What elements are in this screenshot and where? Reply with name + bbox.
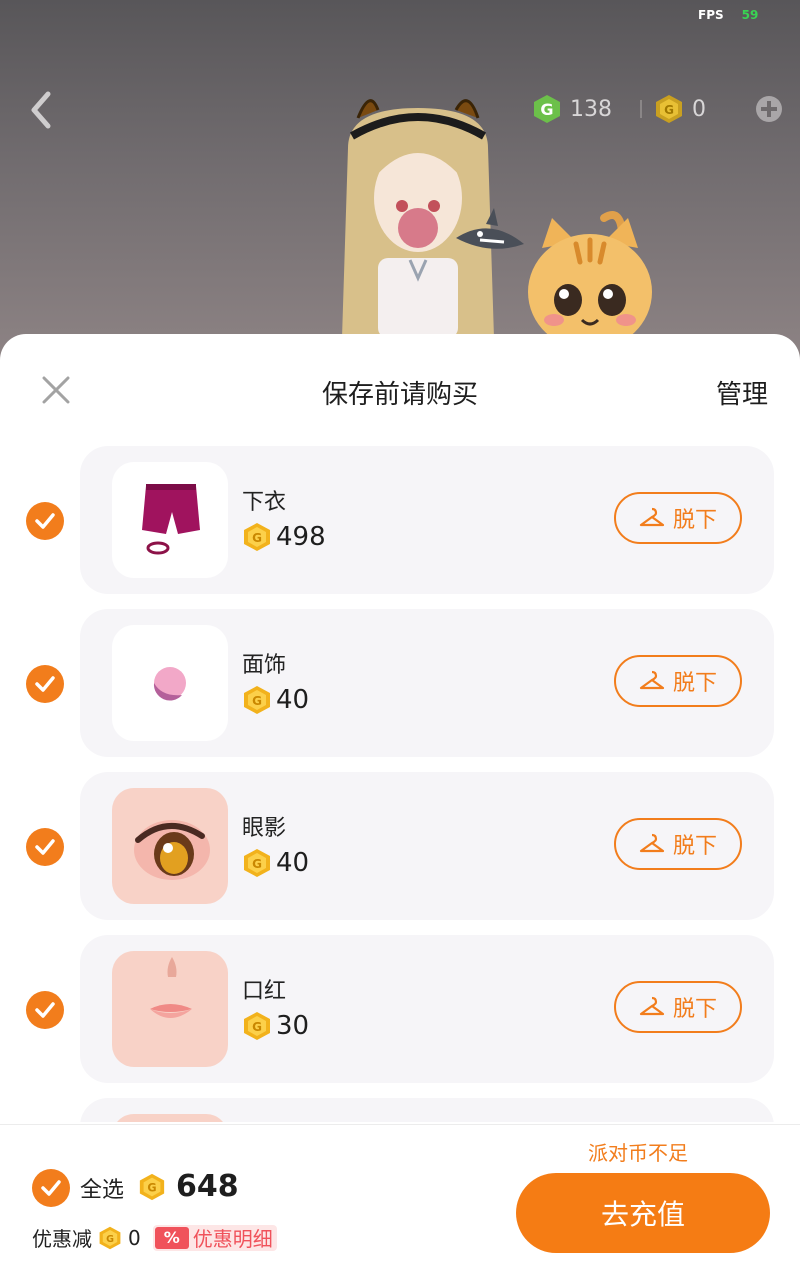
gold-coin-value: 0 xyxy=(692,96,706,122)
item-card[interactable]: 下衣 G 498 脱下 xyxy=(80,446,774,594)
pink-ball-icon xyxy=(153,667,186,701)
item-thumbnail xyxy=(112,951,228,1067)
gold-coin-icon: G xyxy=(99,1226,121,1249)
item-checkbox[interactable] xyxy=(26,502,64,540)
list-item: 口红 G 30 脱下 xyxy=(0,935,800,1085)
item-thumbnail xyxy=(112,625,228,741)
take-off-label: 脱下 xyxy=(672,508,717,533)
total-price-value: 648 xyxy=(176,1169,239,1204)
hanger-icon xyxy=(639,833,665,853)
item-price: G 40 xyxy=(242,685,309,715)
sheet-title: 保存前请购买 xyxy=(321,380,478,410)
take-off-button[interactable]: 脱下 xyxy=(614,818,742,870)
check-icon xyxy=(35,1002,55,1018)
item-price-value: 30 xyxy=(276,1011,310,1041)
add-coin-icon[interactable] xyxy=(754,94,784,124)
list-item xyxy=(0,1098,800,1122)
item-card[interactable]: 面饰 G 40 脱下 xyxy=(80,609,774,757)
gold-coin-icon: G xyxy=(244,523,270,551)
take-off-button[interactable]: 脱下 xyxy=(614,655,742,707)
item-thumbnail xyxy=(112,462,228,578)
check-icon xyxy=(35,839,55,855)
discount-row: 优惠减 G 0 % 优惠明细 xyxy=(32,1223,277,1252)
svg-text:G: G xyxy=(106,1234,114,1245)
item-price-value: 498 xyxy=(276,522,326,552)
avatar-scene: FPS 59 G 138 G 0 xyxy=(0,0,800,360)
g-coin-value: 138 xyxy=(570,96,612,122)
select-all-toggle[interactable]: 全选 xyxy=(32,1169,124,1207)
insufficient-coins-text: 派对币不足 xyxy=(588,1141,688,1165)
discount-label: 优惠减 xyxy=(32,1227,92,1251)
gold-coin-balance: G 0 xyxy=(654,92,706,126)
list-item: 眼影 G 40 脱下 xyxy=(0,772,800,922)
item-price-value: 40 xyxy=(276,685,310,715)
svg-text:G: G xyxy=(252,1020,262,1034)
gold-coin-icon: G xyxy=(139,1173,165,1200)
fps-counter: FPS 59 xyxy=(698,8,758,22)
check-icon xyxy=(35,513,55,529)
check-icon xyxy=(41,1180,61,1196)
select-all-label: 全选 xyxy=(80,1178,125,1203)
take-off-label: 脱下 xyxy=(672,834,717,859)
discount-detail-button[interactable]: % 优惠明细 xyxy=(152,1224,277,1251)
discount-detail-label: 优惠明细 xyxy=(192,1227,273,1251)
hanger-icon xyxy=(639,996,665,1016)
take-off-button[interactable]: 脱下 xyxy=(614,492,742,544)
item-name: 面饰 xyxy=(242,653,287,678)
item-checkbox[interactable] xyxy=(26,665,64,703)
checkout-footer: 派对币不足 全选 G 648 优惠减 G 0 % 优惠明细 去充值 xyxy=(0,1124,800,1281)
svg-text:G: G xyxy=(540,100,553,119)
item-checkbox[interactable] xyxy=(26,828,64,866)
svg-text:G: G xyxy=(252,531,262,545)
gold-coin-icon: G xyxy=(244,1012,270,1040)
svg-text:G: G xyxy=(252,857,262,871)
percent-icon: % xyxy=(154,1226,189,1249)
shark-pet xyxy=(456,208,524,249)
discount-value: 0 xyxy=(128,1225,141,1250)
list-item: 面饰 G 40 脱下 xyxy=(0,609,800,759)
gold-coin-icon: G xyxy=(656,95,682,123)
gold-coin-icon: G xyxy=(244,849,270,877)
manage-button[interactable]: 管理 xyxy=(716,374,768,411)
item-list: 下衣 G 498 脱下 面饰 G 40 脱下 眼影 G 40 脱下 口红 G 3… xyxy=(0,446,800,1122)
recharge-button[interactable]: 去充值 xyxy=(516,1173,770,1253)
g-coin-balance: G 138 xyxy=(532,92,612,126)
fps-value: 59 xyxy=(741,8,759,22)
check-icon xyxy=(35,676,55,692)
item-card[interactable] xyxy=(80,1098,774,1122)
hanger-icon xyxy=(639,507,665,527)
item-price: G 498 xyxy=(242,522,326,552)
item-thumbnail xyxy=(112,788,228,904)
take-off-label: 脱下 xyxy=(672,671,717,696)
select-all-checkbox[interactable] xyxy=(32,1169,70,1207)
eye-shadow-icon xyxy=(134,820,210,880)
svg-text:G: G xyxy=(664,103,674,117)
take-off-button[interactable]: 脱下 xyxy=(614,981,742,1033)
back-arrow-icon[interactable] xyxy=(22,88,62,132)
pink-shorts-icon xyxy=(142,484,200,555)
list-item: 下衣 G 498 脱下 xyxy=(0,446,800,596)
item-name: 下衣 xyxy=(242,490,287,515)
hanger-icon xyxy=(639,670,665,690)
item-price-value: 40 xyxy=(276,848,310,878)
item-price: G 30 xyxy=(242,1011,309,1041)
take-off-label: 脱下 xyxy=(672,997,717,1022)
gold-coin-icon: G xyxy=(244,686,270,714)
currency-divider xyxy=(640,100,642,118)
total-price: G 648 xyxy=(138,1169,239,1204)
item-checkbox[interactable] xyxy=(26,991,64,1029)
item-price: G 40 xyxy=(242,848,309,878)
cat-pet xyxy=(528,211,652,348)
fps-label: FPS xyxy=(698,8,724,22)
item-name: 眼影 xyxy=(242,816,287,841)
svg-text:G: G xyxy=(252,694,262,708)
svg-text:G: G xyxy=(147,1181,156,1194)
item-thumbnail xyxy=(112,1114,228,1122)
g-coin-icon: G xyxy=(534,95,560,123)
item-card[interactable]: 眼影 G 40 脱下 xyxy=(80,772,774,920)
item-card[interactable]: 口红 G 30 脱下 xyxy=(80,935,774,1083)
lipstick-icon xyxy=(150,957,192,1018)
item-name: 口红 xyxy=(242,979,287,1004)
